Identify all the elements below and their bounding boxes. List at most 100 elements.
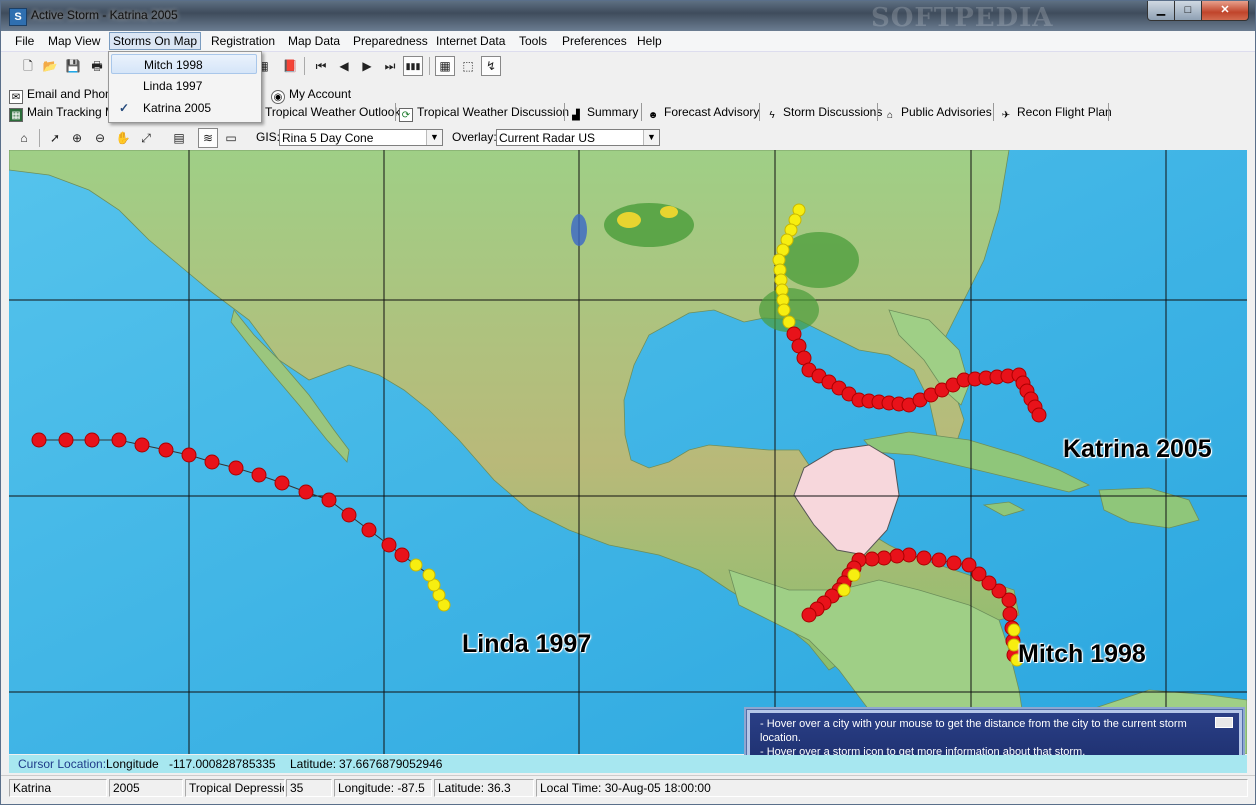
storm-position-marker[interactable]: [84, 432, 100, 448]
storm-position-marker[interactable]: [181, 447, 197, 463]
menu-map-view[interactable]: Map View: [45, 33, 103, 49]
measure-icon[interactable]: ▭: [221, 128, 241, 148]
account-icon: ◉: [271, 90, 285, 104]
linda-track: [31, 432, 451, 612]
menu-registration[interactable]: Registration: [208, 33, 278, 49]
link-separator: [877, 103, 878, 121]
zoom-out-icon[interactable]: ⊖: [90, 128, 110, 148]
menu-storms-on-map[interactable]: Storms On Map: [109, 32, 202, 50]
storm-position-marker[interactable]: [837, 583, 851, 597]
airplane-icon: ✈: [1001, 110, 1011, 121]
link-recon-flight-plan[interactable]: ✈ Recon Flight Plan: [999, 103, 1112, 121]
storm-position-marker[interactable]: [31, 432, 47, 448]
link-tropical-weather-discussion[interactable]: ⟳ Tropical Weather Discussion: [399, 103, 569, 122]
first-frame-icon[interactable]: ⏮: [311, 56, 331, 76]
katrina-label[interactable]: Katrina 2005: [1063, 435, 1212, 464]
storm-position-marker[interactable]: [298, 484, 314, 500]
close-button[interactable]: ✕: [1201, 1, 1249, 21]
storm-position-marker[interactable]: [228, 460, 244, 476]
storm-position-marker[interactable]: [422, 568, 436, 582]
menu-help[interactable]: Help: [634, 33, 665, 49]
link-email-phone[interactable]: ✉ Email and Phone: [9, 85, 118, 104]
storm-position-marker[interactable]: [782, 315, 796, 329]
next-frame-icon[interactable]: ▶: [357, 56, 377, 76]
mitch-track: [801, 547, 1024, 667]
menu-internet-data[interactable]: Internet Data: [433, 33, 508, 49]
cursor-longitude-label: Longitude: [106, 757, 159, 771]
link-tropical-weather-outlook[interactable]: Tropical Weather Outlook: [265, 103, 400, 121]
storm-position-marker[interactable]: [134, 437, 150, 453]
track-line: [778, 209, 1040, 416]
pan-hand-icon[interactable]: ✋: [113, 128, 133, 148]
link-separator: [1108, 103, 1109, 121]
select-box-icon[interactable]: ⬚: [458, 56, 478, 76]
last-frame-icon[interactable]: ⏭: [380, 56, 400, 76]
storm-position-marker[interactable]: [1007, 623, 1021, 637]
save-icon[interactable]: 💾: [63, 56, 83, 76]
pointer-icon[interactable]: ➚: [45, 128, 65, 148]
gis-select[interactable]: Rina 5 Day Cone ▼: [279, 129, 443, 146]
menu-preferences[interactable]: Preferences: [559, 33, 630, 49]
storm-position-marker[interactable]: [801, 607, 817, 623]
menu-map-data[interactable]: Map Data: [285, 33, 343, 49]
menu-file[interactable]: File: [12, 33, 37, 49]
contour-icon[interactable]: ≋: [198, 128, 218, 148]
link-forecast-advisory[interactable]: ☻ Forecast Advisory: [646, 103, 760, 121]
new-file-icon[interactable]: 🗋: [18, 56, 38, 76]
storm-position-marker[interactable]: [777, 303, 791, 317]
menu-tools[interactable]: Tools: [516, 33, 550, 49]
storm-map[interactable]: Katrina 2005 Linda 1997 Mitch 1998: [9, 150, 1247, 754]
storm-position-marker[interactable]: [409, 558, 423, 572]
storm-position-marker[interactable]: [931, 552, 947, 568]
menu-preparedness[interactable]: Preparedness: [350, 33, 431, 49]
storm-position-marker[interactable]: [274, 475, 290, 491]
storm-position-marker[interactable]: [251, 467, 267, 483]
link-public-advisories[interactable]: ⌂ Public Advisories: [883, 103, 992, 121]
storm-position-marker[interactable]: [58, 432, 74, 448]
person-icon: ☻: [647, 110, 659, 121]
mitch-label[interactable]: Mitch 1998: [1018, 640, 1146, 669]
storm-position-marker[interactable]: [916, 550, 932, 566]
storm-position-marker[interactable]: [864, 551, 880, 567]
link-main-tracking[interactable]: ▦ Main Tracking M: [9, 103, 115, 122]
storm-position-marker[interactable]: [1002, 606, 1018, 622]
home-icon[interactable]: ⌂: [14, 128, 34, 148]
status-local-time: Local Time: 30-Aug-05 18:00:00: [536, 779, 1248, 797]
full-extent-icon[interactable]: ⤢: [136, 128, 156, 148]
storm-position-marker[interactable]: [361, 522, 377, 538]
link-summary[interactable]: ▟ Summary: [569, 103, 638, 121]
storm-position-marker[interactable]: [394, 547, 410, 563]
link-storm-discussions[interactable]: ϟ Storm Discussions: [765, 103, 882, 121]
zoom-in-icon[interactable]: ⊕: [67, 128, 87, 148]
storm-position-marker[interactable]: [341, 507, 357, 523]
storm-option-linda-1997[interactable]: Linda 1997: [111, 76, 257, 96]
layers-icon[interactable]: ▤: [169, 128, 189, 148]
grid-icon[interactable]: ▦: [435, 56, 455, 76]
cursor-latitude-label: Latitude:: [290, 757, 337, 771]
hint-close-button[interactable]: [1215, 717, 1233, 728]
overlay-select[interactable]: Current Radar US ▼: [496, 129, 660, 146]
storm-position-marker[interactable]: [847, 568, 861, 582]
storm-option-mitch-1998[interactable]: Mitch 1998: [111, 54, 257, 74]
maximize-button[interactable]: □: [1174, 1, 1202, 21]
storm-position-marker[interactable]: [381, 537, 397, 553]
prev-frame-icon[interactable]: ◀: [334, 56, 354, 76]
storm-position-marker[interactable]: [158, 442, 174, 458]
minimize-button[interactable]: ▁: [1147, 1, 1175, 21]
storm-position-marker[interactable]: [321, 492, 337, 508]
link-separator: [395, 103, 396, 121]
link-my-account[interactable]: ◉ My Account: [271, 85, 351, 104]
storm-position-marker[interactable]: [961, 557, 977, 573]
storm-position-marker[interactable]: [946, 555, 962, 571]
storm-position-marker[interactable]: [111, 432, 127, 448]
storm-position-marker[interactable]: [889, 548, 905, 564]
book-icon[interactable]: 📕: [280, 56, 300, 76]
track-line-icon[interactable]: ↯: [481, 56, 501, 76]
print-icon[interactable]: 🖶: [87, 56, 107, 76]
timeline-icon[interactable]: ▮▮▮: [403, 56, 423, 76]
storm-position-marker[interactable]: [204, 454, 220, 470]
open-folder-icon[interactable]: 📂: [40, 56, 60, 76]
storm-option-katrina-2005[interactable]: ✓ Katrina 2005: [111, 98, 257, 118]
linda-label[interactable]: Linda 1997: [462, 630, 591, 659]
storm-position-marker[interactable]: [1031, 407, 1047, 423]
